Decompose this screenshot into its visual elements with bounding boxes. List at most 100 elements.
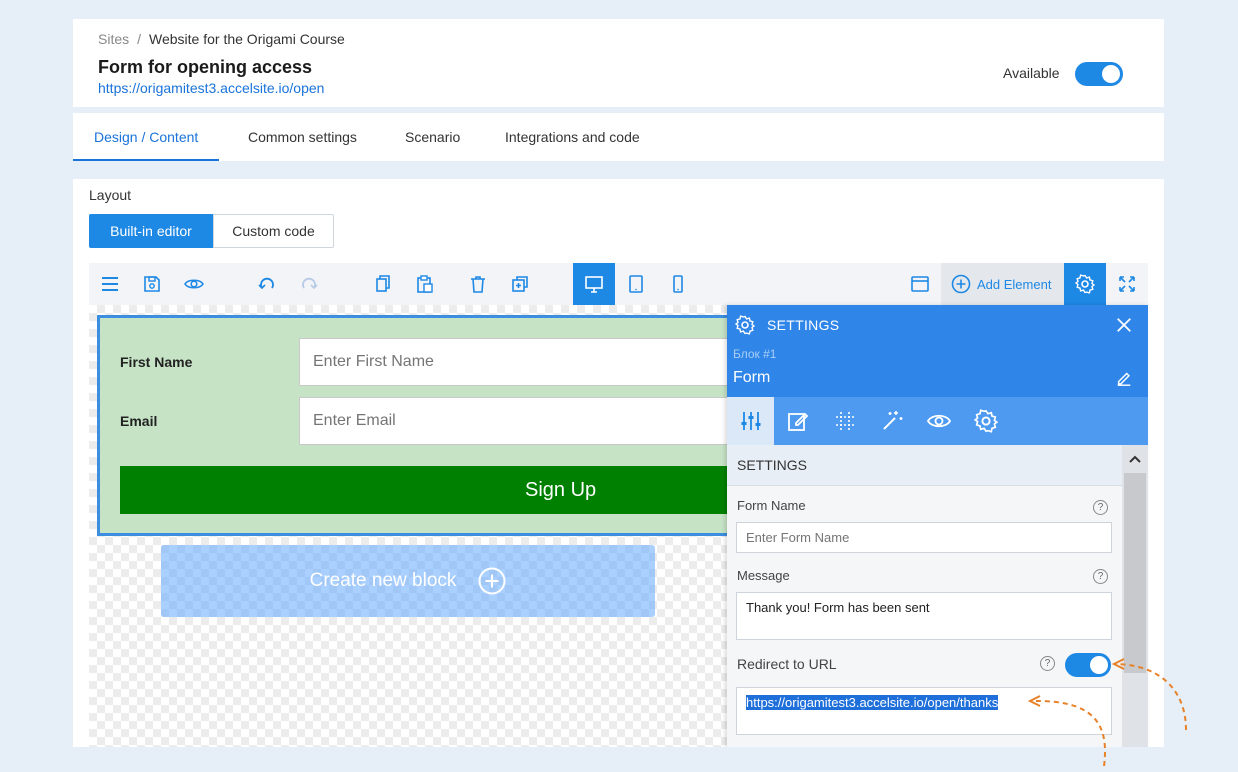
- editor-card: Layout Built-in editor Custom code Add E…: [73, 179, 1164, 747]
- message-textarea[interactable]: Thank you! Form has been sent: [736, 592, 1112, 640]
- tablet-view-button[interactable]: [615, 263, 657, 305]
- available-toggle[interactable]: [1075, 62, 1123, 86]
- form-block[interactable]: First Name Email Sign Up: [97, 315, 729, 536]
- menu-button[interactable]: [89, 263, 131, 305]
- builtin-editor-button[interactable]: Built-in editor: [89, 214, 213, 248]
- form-name-input[interactable]: [736, 522, 1112, 553]
- tab-common-settings[interactable]: Common settings: [248, 113, 357, 161]
- scroll-thumb[interactable]: [1124, 473, 1146, 673]
- redirect-url-value: https://origamitest3.accelsite.io/open/t…: [746, 695, 999, 710]
- page-url-link[interactable]: https://origamitest3.accelsite.io/open: [98, 80, 324, 96]
- edit-icon: [787, 412, 808, 431]
- settings-scrollbar[interactable]: [1122, 445, 1148, 747]
- form-name-label: Form Name: [737, 498, 806, 513]
- tab-effects[interactable]: [868, 397, 915, 445]
- tab-grid[interactable]: [821, 397, 868, 445]
- paste-button[interactable]: [404, 263, 446, 305]
- sliders-icon: [741, 412, 760, 430]
- redirect-toggle[interactable]: [1065, 653, 1111, 677]
- create-block-label: Create new block: [309, 570, 457, 591]
- fullscreen-icon: [1119, 276, 1135, 292]
- window-icon: [911, 276, 929, 292]
- delete-icon: [471, 276, 485, 293]
- tab-integrations-code[interactable]: Integrations and code: [505, 113, 640, 161]
- settings-header: SETTINGS Блок #1 Form: [727, 305, 1148, 397]
- chevron-up-icon: [1129, 455, 1141, 463]
- email-input[interactable]: [299, 397, 729, 445]
- custom-code-button[interactable]: Custom code: [213, 214, 334, 248]
- menu-icon: [102, 277, 118, 291]
- redo-button[interactable]: [288, 263, 330, 305]
- delete-button[interactable]: [457, 263, 499, 305]
- settings-section-title: SETTINGS: [727, 445, 1122, 486]
- block-number-label: Блок #1: [733, 347, 777, 361]
- duplicate-icon: [512, 276, 528, 292]
- paste-icon: [417, 275, 433, 293]
- toggle-knob: [1102, 65, 1120, 83]
- magic-wand-icon: [882, 411, 902, 430]
- preview-button[interactable]: [173, 263, 215, 305]
- block-name: Form: [733, 369, 771, 386]
- desktop-icon: [585, 276, 603, 293]
- settings-body: Form Name ? Message ? Thank you! Form ha…: [727, 486, 1122, 747]
- settings-panel: SETTINGS Блок #1 Form SETTINGS Form Name…: [727, 305, 1148, 747]
- settings-button[interactable]: [1064, 263, 1106, 305]
- help-icon[interactable]: ?: [1040, 656, 1055, 671]
- preview-icon: [184, 279, 204, 289]
- gear-icon: [735, 315, 755, 335]
- breadcrumb-site[interactable]: Website for the Origami Course: [149, 31, 345, 47]
- plus-circle-icon: [478, 567, 506, 595]
- save-button[interactable]: [131, 263, 173, 305]
- settings-title: SETTINGS: [767, 317, 840, 333]
- message-label: Message: [737, 568, 790, 583]
- email-label: Email: [120, 413, 158, 429]
- tab-scenario[interactable]: Scenario: [405, 113, 460, 161]
- breadcrumb: Sites / Website for the Origami Course: [98, 31, 345, 47]
- gear-icon: [973, 409, 998, 433]
- add-element-label: Add Element: [977, 276, 1052, 292]
- breadcrumb-sites[interactable]: Sites: [98, 31, 129, 47]
- tab-sliders[interactable]: [727, 397, 774, 445]
- redirect-url-input[interactable]: https://origamitest3.accelsite.io/open/t…: [736, 687, 1112, 735]
- tablet-icon: [629, 275, 643, 293]
- scroll-up-button[interactable]: [1122, 445, 1148, 473]
- copy-icon: [376, 275, 390, 292]
- site-header: Sites / Website for the Origami Course For…: [73, 19, 1164, 107]
- create-new-block-button[interactable]: Create new block: [161, 545, 655, 617]
- help-icon[interactable]: ?: [1093, 500, 1108, 515]
- mobile-icon: [673, 275, 683, 293]
- tab-bar: Design / Content Common settings Scenari…: [73, 113, 1164, 161]
- breadcrumb-separator: /: [137, 31, 142, 47]
- tab-edit[interactable]: [774, 397, 821, 445]
- grid-icon: [835, 412, 854, 430]
- edit-pencil-icon[interactable]: [1115, 369, 1133, 387]
- settings-tabs: [727, 397, 1148, 445]
- layout-label: Layout: [89, 187, 132, 203]
- help-icon[interactable]: ?: [1093, 569, 1108, 584]
- editor-toolbar: Add Element: [89, 263, 1148, 305]
- add-element-button[interactable]: Add Element: [941, 263, 1065, 305]
- window-button[interactable]: [899, 263, 941, 305]
- editor-canvas[interactable]: First Name Email Sign Up Create new bloc…: [89, 305, 729, 747]
- page-title: Form for opening access: [98, 57, 313, 77]
- redirect-label: Redirect to URL: [737, 656, 837, 672]
- available-label: Available: [1003, 65, 1060, 81]
- eye-icon: [926, 414, 951, 428]
- mobile-view-button[interactable]: [657, 263, 699, 305]
- gear-icon: [1075, 274, 1095, 294]
- fullscreen-button[interactable]: [1106, 263, 1148, 305]
- first-name-input[interactable]: [299, 338, 729, 386]
- undo-button[interactable]: [246, 263, 288, 305]
- sign-up-button[interactable]: Sign Up: [120, 466, 729, 514]
- close-icon[interactable]: [1115, 316, 1133, 334]
- undo-icon: [258, 277, 274, 290]
- redo-icon: [302, 277, 318, 290]
- first-name-label: First Name: [120, 354, 193, 370]
- tab-settings[interactable]: [962, 397, 1009, 445]
- tab-design-content[interactable]: Design / Content: [73, 113, 220, 161]
- toggle-knob: [1090, 656, 1108, 674]
- duplicate-button[interactable]: [499, 263, 541, 305]
- tab-visibility[interactable]: [915, 397, 962, 445]
- copy-button[interactable]: [362, 263, 404, 305]
- desktop-view-button[interactable]: [573, 263, 615, 305]
